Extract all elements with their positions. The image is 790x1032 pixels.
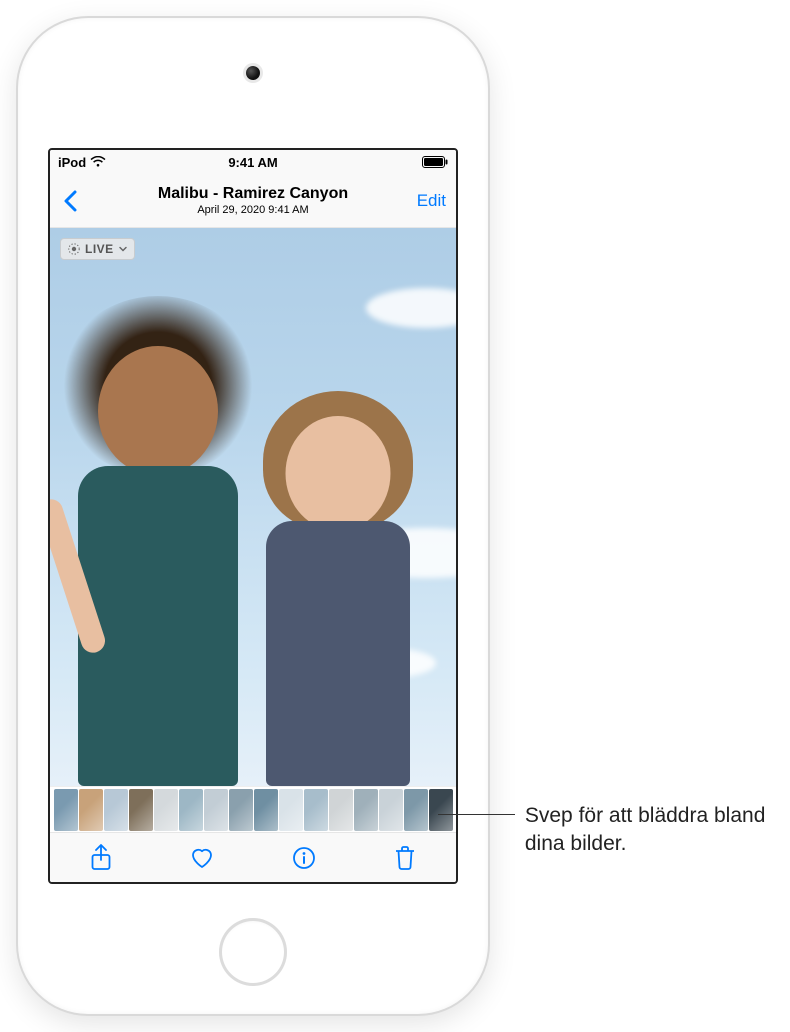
favorite-button[interactable] xyxy=(182,838,222,878)
share-button[interactable] xyxy=(81,838,121,878)
callout-annotation: Svep för att bläddra bland dina bilder. xyxy=(438,802,768,859)
page-subtitle: April 29, 2020 9:41 AM xyxy=(197,204,308,216)
photo-content xyxy=(50,228,456,786)
trash-icon xyxy=(394,845,416,871)
thumbnail[interactable] xyxy=(404,789,428,831)
home-button[interactable] xyxy=(219,918,287,986)
page-title: Malibu - Ramirez Canyon xyxy=(158,185,348,203)
thumbnail[interactable] xyxy=(204,789,228,831)
chevron-left-icon xyxy=(63,190,77,212)
thumbnail[interactable] xyxy=(79,789,103,831)
person-left xyxy=(68,356,248,786)
thumbnail[interactable] xyxy=(254,789,278,831)
photo-viewer[interactable]: LIVE xyxy=(50,228,456,786)
thumbnail[interactable] xyxy=(129,789,153,831)
live-photo-badge[interactable]: LIVE xyxy=(60,238,135,260)
delete-button[interactable] xyxy=(385,838,425,878)
chevron-down-icon xyxy=(118,244,128,254)
device-frame: iPod 9:41 AM Malibu - Ramirez Canyon Apr… xyxy=(18,18,488,1014)
status-bar: iPod 9:41 AM xyxy=(50,150,456,174)
thumbnail[interactable] xyxy=(304,789,328,831)
share-icon xyxy=(90,844,112,872)
nav-bar: Malibu - Ramirez Canyon April 29, 2020 9… xyxy=(50,174,456,228)
thumbnail[interactable] xyxy=(329,789,353,831)
person-right xyxy=(248,406,428,786)
status-time: 9:41 AM xyxy=(228,155,277,170)
thumbnail[interactable] xyxy=(179,789,203,831)
screen: iPod 9:41 AM Malibu - Ramirez Canyon Apr… xyxy=(48,148,458,884)
thumbnail[interactable] xyxy=(354,789,378,831)
thumbnail[interactable] xyxy=(379,789,403,831)
bottom-toolbar xyxy=(50,832,456,882)
thumbnail[interactable] xyxy=(279,789,303,831)
thumbnail[interactable] xyxy=(154,789,178,831)
info-icon xyxy=(292,846,316,870)
live-badge-label: LIVE xyxy=(85,242,114,256)
thumbnail-strip[interactable] xyxy=(50,786,456,832)
thumbnail[interactable] xyxy=(54,789,78,831)
edit-button[interactable]: Edit xyxy=(417,174,446,227)
back-button[interactable] xyxy=(50,174,90,227)
heart-icon xyxy=(189,846,215,870)
info-button[interactable] xyxy=(284,838,324,878)
thumbnail[interactable] xyxy=(229,789,253,831)
carrier-label: iPod xyxy=(58,155,86,170)
live-photo-icon xyxy=(67,242,81,256)
callout-leader-line xyxy=(438,814,515,815)
wifi-icon xyxy=(90,156,106,168)
battery-icon xyxy=(422,156,448,168)
front-camera xyxy=(246,66,260,80)
callout-text: Svep för att bläddra bland dina bilder. xyxy=(515,802,768,859)
thumbnail[interactable] xyxy=(104,789,128,831)
